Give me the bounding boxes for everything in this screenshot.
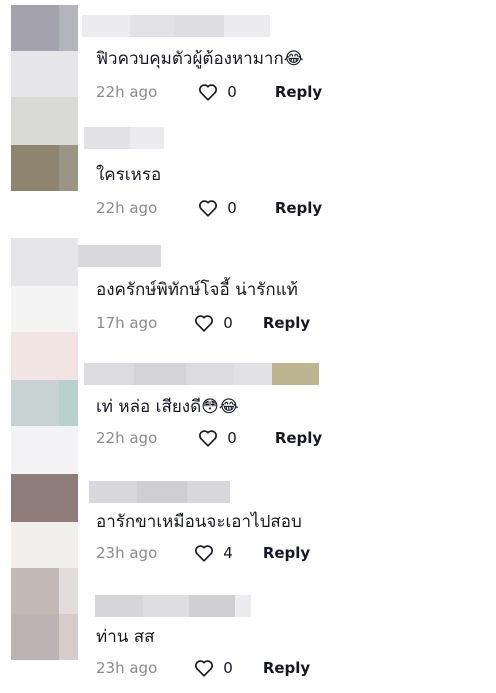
avatar <box>11 286 78 332</box>
username-blurred[interactable] <box>89 481 230 503</box>
like-count: 4 <box>223 544 233 562</box>
like-button[interactable]: 0 <box>193 312 233 334</box>
username-blurred[interactable] <box>82 15 270 37</box>
like-count: 0 <box>227 429 237 447</box>
comment-text: อารักขาเหมือนจะเอาไปสอบ <box>96 512 302 532</box>
comment-text-content: เท่ หล่อ เสียงดี😳😂 <box>96 397 239 417</box>
reply-button[interactable]: Reply <box>275 199 322 217</box>
like-button[interactable]: 0 <box>197 197 237 219</box>
like-count: 0 <box>223 659 233 677</box>
comment-timestamp: 23h ago <box>96 659 158 677</box>
comment-timestamp: 17h ago <box>96 314 158 332</box>
reply-button[interactable]: Reply <box>275 429 322 447</box>
avatar <box>59 145 78 191</box>
username-blurred[interactable] <box>95 595 251 617</box>
reply-button[interactable]: Reply <box>275 83 322 101</box>
comment-text: ฟิวควบคุมตัวผู้ต้องหามาก😂 <box>96 49 304 69</box>
reply-button[interactable]: Reply <box>263 659 310 677</box>
like-button[interactable]: 0 <box>193 657 233 679</box>
avatar[interactable] <box>11 380 59 426</box>
avatar[interactable] <box>11 474 78 522</box>
heart-outline-icon <box>199 84 218 101</box>
avatar <box>11 332 78 380</box>
avatar[interactable] <box>11 238 78 286</box>
avatar[interactable] <box>11 568 59 614</box>
avatar <box>59 380 78 426</box>
avatar[interactable] <box>11 5 59 51</box>
heart-outline-icon <box>195 660 214 677</box>
reply-button[interactable]: Reply <box>263 544 310 562</box>
comment-timestamp: 23h ago <box>96 544 158 562</box>
username-blurred[interactable] <box>84 363 319 385</box>
comment-text: ท่าน สส <box>96 627 155 647</box>
avatar <box>59 5 78 51</box>
avatar <box>59 568 78 614</box>
avatar <box>11 426 78 474</box>
like-button[interactable]: 4 <box>193 542 233 564</box>
avatar <box>11 522 78 568</box>
avatar <box>11 97 78 145</box>
username-blurred[interactable] <box>78 245 161 267</box>
comment-text: ใครเหรอ <box>96 165 162 185</box>
avatar[interactable] <box>11 145 59 191</box>
heart-outline-icon <box>199 430 218 447</box>
avatar <box>11 614 59 660</box>
like-button[interactable]: 0 <box>197 81 237 103</box>
comment-text: องครักษ์พิทักษ์โจอี้ น่ารักแท้ <box>96 280 298 300</box>
like-count: 0 <box>223 314 233 332</box>
reply-button[interactable]: Reply <box>263 314 310 332</box>
comment-text: เท่ หล่อ เสียงดี😳😂 <box>96 393 239 420</box>
heart-outline-icon <box>199 200 218 217</box>
avatar <box>11 51 78 97</box>
like-count: 0 <box>227 199 237 217</box>
like-button[interactable]: 0 <box>197 427 237 449</box>
comment-timestamp: 22h ago <box>96 83 158 101</box>
comment-timestamp: 22h ago <box>96 199 158 217</box>
like-count: 0 <box>227 83 237 101</box>
heart-outline-icon <box>195 315 214 332</box>
username-blurred[interactable] <box>84 127 164 149</box>
comment-timestamp: 22h ago <box>96 429 158 447</box>
heart-outline-icon <box>195 545 214 562</box>
avatar <box>59 614 78 660</box>
